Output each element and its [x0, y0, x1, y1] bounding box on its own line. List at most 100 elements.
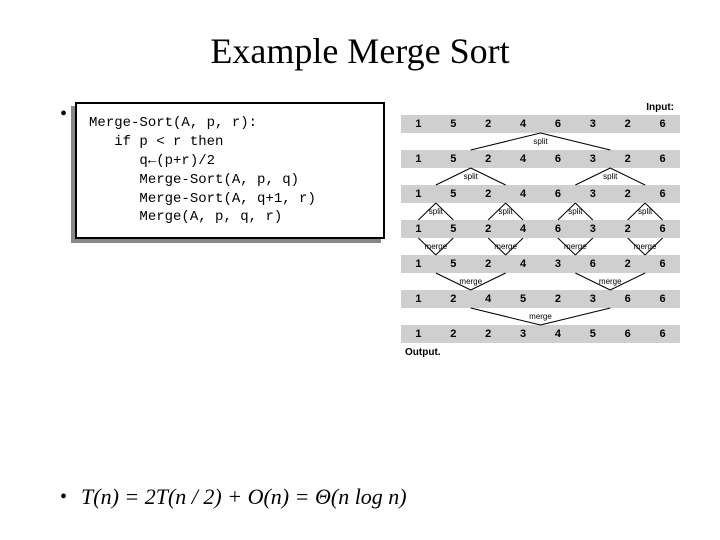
cell: 2: [471, 188, 506, 200]
cell: 2: [471, 258, 506, 270]
bullet-1: •: [60, 102, 67, 124]
cell: 2: [471, 118, 506, 130]
cell: 1: [401, 153, 436, 165]
output-label: Output.: [401, 347, 680, 358]
cell: 6: [645, 293, 680, 305]
cell: 4: [506, 118, 541, 130]
cell: 5: [506, 293, 541, 305]
code-line: Merge-Sort(A, p, r):: [89, 115, 257, 131]
cell: 5: [436, 188, 471, 200]
left-column: • Merge-Sort(A, p, r): if p < r then q←(…: [60, 102, 381, 358]
cell: 5: [436, 153, 471, 165]
cell: 3: [506, 328, 541, 340]
diagram-column: Input: 1 5 2 4 6 3 2 6 split 1 5 2: [401, 102, 680, 358]
cell: 6: [610, 293, 645, 305]
gap-split-3: split split split split: [401, 203, 680, 220]
cell: 2: [436, 293, 471, 305]
array-row-2: 1 5 2 4 6 3 2 6: [401, 185, 680, 203]
cell: 2: [471, 153, 506, 165]
array-row-0: 1 5 2 4 6 3 2 6: [401, 115, 680, 133]
split-label: split: [603, 172, 617, 181]
cell: 6: [541, 223, 576, 235]
split-label: split: [638, 207, 652, 216]
cell: 4: [506, 258, 541, 270]
array-row-5: 1 2 4 5 2 3 6 6: [401, 290, 680, 308]
cell: 3: [541, 258, 576, 270]
cell: 1: [401, 188, 436, 200]
cell: 4: [471, 293, 506, 305]
gap-split-1: split: [401, 133, 680, 150]
slide-title: Example Merge Sort: [0, 0, 720, 72]
array-row-4: 1 5 2 4 3 6 2 6: [401, 255, 680, 273]
cell: 4: [506, 223, 541, 235]
cell: 6: [541, 153, 576, 165]
gap-merge-2: merge merge: [401, 273, 680, 290]
merge-label: merge: [529, 312, 552, 321]
cell: 1: [401, 293, 436, 305]
bullet-2: •: [60, 486, 67, 509]
code-line: Merge(A, p, q, r): [89, 209, 282, 225]
pseudocode-box: Merge-Sort(A, p, r): if p < r then q←(p+…: [75, 102, 385, 239]
cell: 5: [436, 223, 471, 235]
recurrence-formula: • T(n) = 2T(n / 2) + O(n) = Θ(n log n): [60, 484, 407, 510]
cell: 6: [645, 188, 680, 200]
cell: 1: [401, 328, 436, 340]
cell: 2: [610, 223, 645, 235]
cell: 6: [610, 328, 645, 340]
cell: 6: [645, 223, 680, 235]
cell: 4: [541, 328, 576, 340]
cell: 1: [401, 118, 436, 130]
content-area: • Merge-Sort(A, p, r): if p < r then q←(…: [0, 72, 720, 358]
cell: 2: [436, 328, 471, 340]
merge-label: merge: [599, 277, 622, 286]
merge-label: merge: [459, 277, 482, 286]
split-label: split: [429, 207, 443, 216]
cell: 3: [575, 118, 610, 130]
gap-merge-1: merge merge merge merge: [401, 238, 680, 255]
code-line: if p < r then: [89, 134, 223, 150]
cell: 6: [645, 258, 680, 270]
cell: 2: [610, 118, 645, 130]
cell: 6: [645, 153, 680, 165]
cell: 6: [645, 118, 680, 130]
cell: 6: [541, 118, 576, 130]
split-label: split: [499, 207, 513, 216]
cell: 6: [645, 328, 680, 340]
gap-split-2: split split: [401, 168, 680, 185]
cell: 2: [471, 328, 506, 340]
merge-label: merge: [634, 242, 657, 251]
formula-text: T(n) = 2T(n / 2) + O(n) = Θ(n log n): [81, 484, 407, 510]
cell: 4: [506, 153, 541, 165]
cell: 6: [575, 258, 610, 270]
split-label: split: [464, 172, 478, 181]
cell: 2: [610, 153, 645, 165]
code-line: q←(p+r)/2: [89, 153, 215, 169]
input-label: Input:: [401, 102, 680, 113]
cell: 6: [541, 188, 576, 200]
cell: 1: [401, 223, 436, 235]
code-box-shadow: Merge-Sort(A, p, r): if p < r then q←(p+…: [71, 106, 381, 243]
merge-label: merge: [425, 242, 448, 251]
cell: 3: [575, 293, 610, 305]
cell: 3: [575, 223, 610, 235]
cell: 4: [506, 188, 541, 200]
merge-label: merge: [564, 242, 587, 251]
split-label: split: [568, 207, 582, 216]
cell: 2: [471, 223, 506, 235]
cell: 5: [575, 328, 610, 340]
cell: 1: [401, 258, 436, 270]
cell: 5: [436, 258, 471, 270]
cell: 2: [610, 258, 645, 270]
array-row-1: 1 5 2 4 6 3 2 6: [401, 150, 680, 168]
cell: 2: [610, 188, 645, 200]
cell: 5: [436, 118, 471, 130]
cell: 3: [575, 153, 610, 165]
split-label: split: [533, 137, 547, 146]
code-line: Merge-Sort(A, p, q): [89, 172, 299, 188]
diagram-wrap: 1 5 2 4 6 3 2 6 split 1 5 2 4 6 3 2: [401, 115, 680, 343]
code-line: Merge-Sort(A, q+1, r): [89, 191, 316, 207]
gap-merge-3: merge: [401, 308, 680, 325]
array-row-6: 1 2 2 3 4 5 6 6: [401, 325, 680, 343]
cell: 3: [575, 188, 610, 200]
cell: 2: [541, 293, 576, 305]
